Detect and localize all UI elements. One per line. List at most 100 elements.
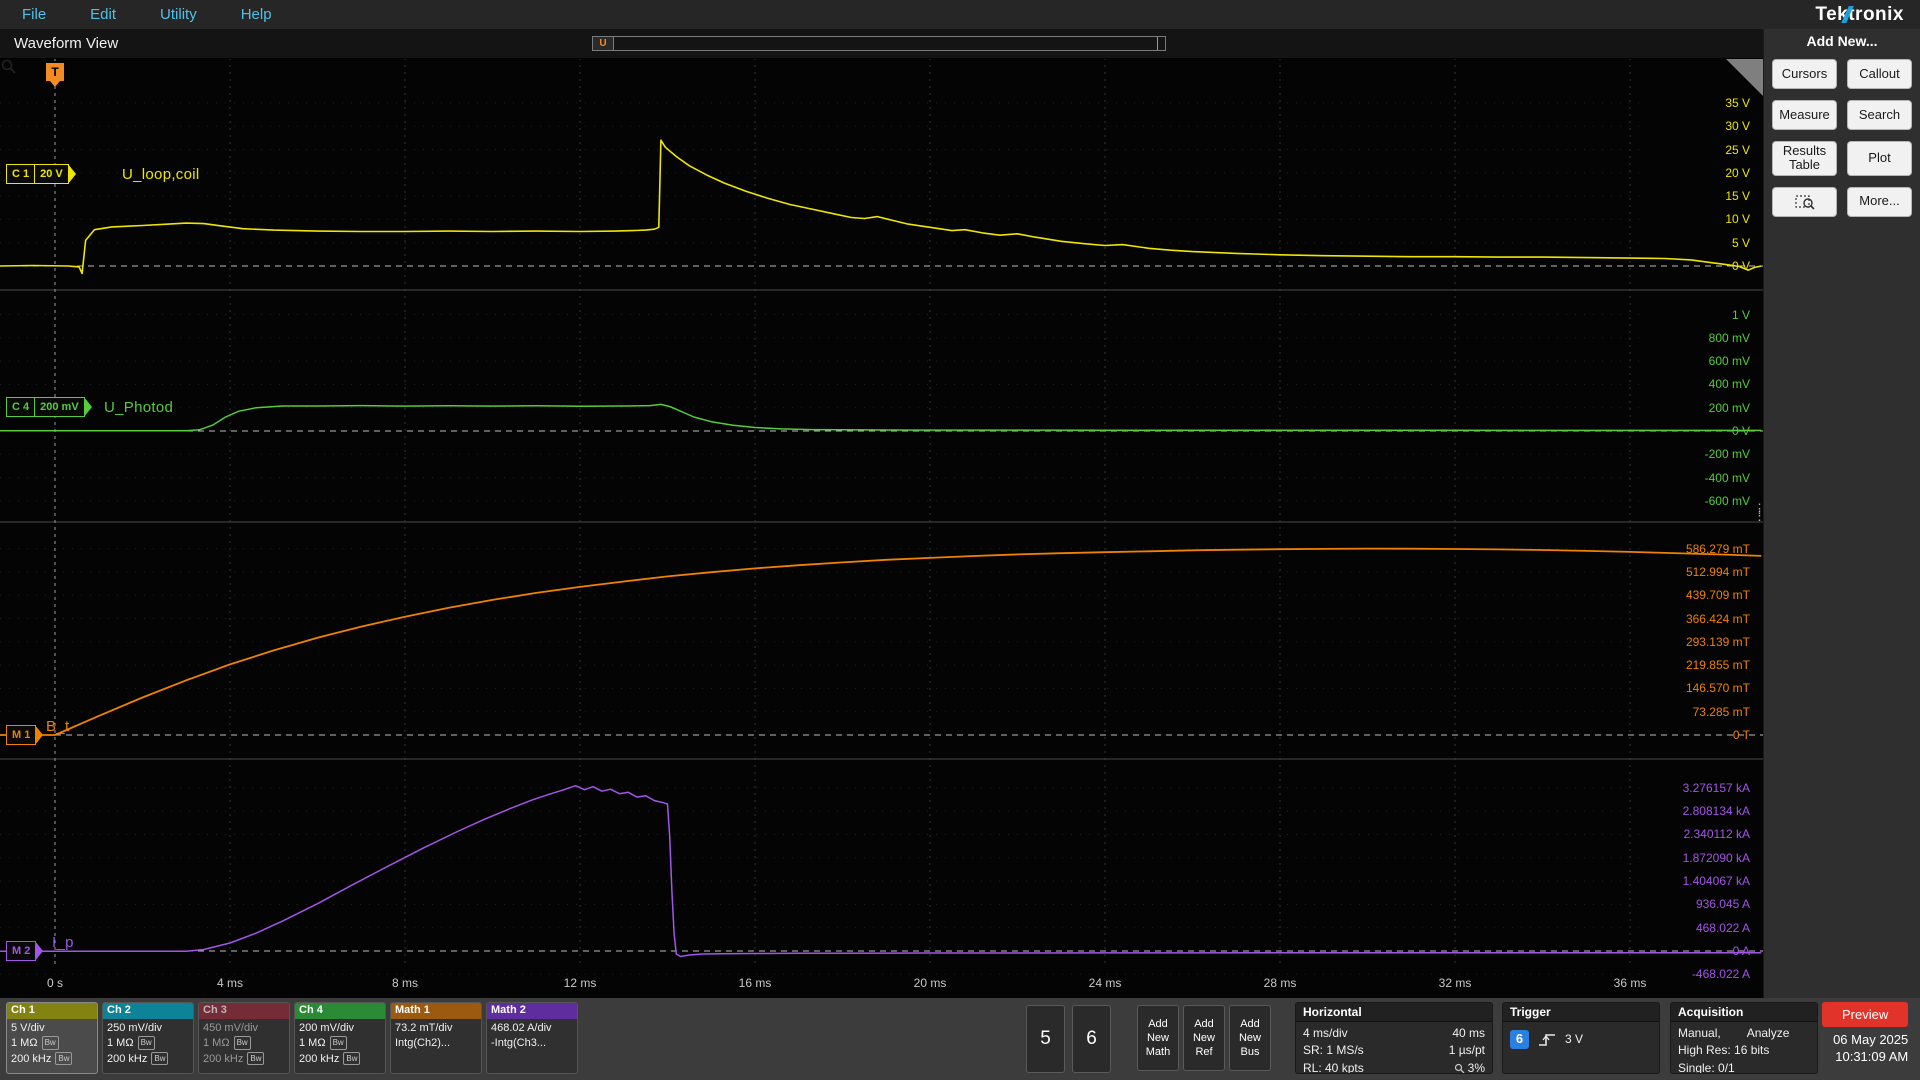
channel-badge-body: 73.2 mT/div Intg(Ch2)... — [391, 1019, 481, 1054]
logo-text: Tektronix — [1815, 4, 1904, 25]
slot-6-button[interactable]: 6 — [1072, 1005, 1111, 1073]
menu-file[interactable]: File — [22, 6, 46, 23]
trace-badge-ch1[interactable]: C 1 20 V — [6, 164, 76, 184]
channel-badge-math-1[interactable]: Math 1 73.2 mT/div Intg(Ch2)... — [390, 1002, 482, 1074]
bandwidth-icon: Bw — [247, 1051, 265, 1065]
channel-badge-title: Ch 2 — [103, 1003, 193, 1019]
channel-badge-line: 468.02 A/div — [491, 1022, 552, 1034]
channel-badge-ch-4[interactable]: Ch 4 200 mV/div 1 MΩ Bw 200 kHz Bw — [294, 1002, 386, 1074]
trace-label-ch1: U_loop,coil — [122, 166, 200, 183]
more-button[interactable]: More... — [1847, 186, 1912, 217]
trace-label-m1: B_t — [46, 718, 70, 735]
bandwidth-icon: Bw — [233, 1036, 251, 1050]
overview-handle[interactable]: U — [593, 37, 614, 50]
trace-badge-m1[interactable]: M 1 — [6, 725, 44, 745]
results-table-button[interactable]: Results Table — [1772, 141, 1837, 176]
waveform-view-tabbar: Waveform View U — [0, 29, 1763, 59]
channel-badge-ch-1[interactable]: Ch 1 5 V/div 1 MΩ Bw 200 kHz Bw — [6, 1002, 98, 1074]
acquisition-body: Manual, Analyze High Res: 16 bits Single… — [1671, 1022, 1817, 1074]
overview-endcap[interactable] — [1157, 37, 1165, 50]
horizontal-title: Horizontal — [1296, 1003, 1492, 1022]
trace-ch4 — [0, 403, 1762, 432]
channel-badge-ch-2[interactable]: Ch 2 250 mV/div 1 MΩ Bw 200 kHz Bw — [102, 1002, 194, 1074]
x-axis-label: 16 ms — [738, 976, 772, 990]
zoom-box-icon — [1794, 194, 1815, 210]
channel-badge-title: Math 2 — [487, 1003, 577, 1019]
trace-ch1 — [0, 139, 1762, 275]
bandwidth-icon: Bw — [41, 1036, 59, 1050]
acq-highres: High Res: 16 bits — [1678, 1043, 1770, 1058]
badge-arrow — [35, 941, 44, 961]
y-tick-label-m1: 586.279 mT — [1685, 541, 1750, 556]
preview-button[interactable]: Preview — [1822, 1002, 1909, 1027]
badge-segment: M 1 — [12, 729, 31, 741]
time-text: 10:31:09 AM — [1835, 1048, 1909, 1064]
add-new-math-button[interactable]: Add New Math — [1137, 1005, 1179, 1071]
y-tick-label-ch4: -400 mV — [1704, 470, 1750, 485]
cursors-button[interactable]: Cursors — [1772, 59, 1837, 89]
callout-button[interactable]: Callout — [1847, 59, 1912, 89]
sample-rate: SR: 1 MS/s — [1303, 1043, 1364, 1058]
corner-zoom-triangle[interactable] — [1725, 58, 1763, 96]
trigger-flag[interactable]: T — [46, 63, 64, 87]
trace-badge-m2[interactable]: M 2 — [6, 941, 44, 961]
trigger-panel[interactable]: Trigger 6 3 V — [1502, 1002, 1660, 1074]
y-tick-label-m1: 0 T — [1732, 728, 1750, 742]
y-tick-label-m2: 2.808134 kA — [1682, 804, 1750, 819]
x-axis-label: 24 ms — [1088, 976, 1122, 990]
y-tick-label-m2: 3.276157 kA — [1682, 780, 1750, 795]
horizontal-panel[interactable]: Horizontal 4 ms/div 40 ms SR: 1 MS/s 1 µ… — [1295, 1002, 1493, 1074]
channel-badge-title: Ch 3 — [199, 1003, 289, 1019]
add-new-ref-button[interactable]: Add New Ref — [1183, 1005, 1225, 1071]
y-tick-label-m2: 0 A — [1732, 944, 1750, 958]
datetime-display: 06 May 2025 10:31:09 AM — [1833, 1032, 1908, 1066]
badge-arrow — [83, 397, 92, 417]
channel-badge-ch-3[interactable]: Ch 3 450 mV/div 1 MΩ Bw 200 kHz Bw — [198, 1002, 290, 1074]
waveform-plot-area[interactable]: T ⋮⋮⋮⋮ 0 s 4 ms 8 ms 12 ms 16 ms 20 ms 24 ms 28… — [0, 58, 1763, 998]
add-new-bus-button[interactable]: Add New Bus — [1229, 1005, 1271, 1071]
zoom-box-button[interactable] — [1772, 186, 1837, 217]
menu-help[interactable]: Help — [241, 6, 272, 23]
y-tick-label-ch1: 20 V — [1725, 165, 1750, 180]
channel-badge-math-2[interactable]: Math 2 468.02 A/div -Intg(Ch3... — [486, 1002, 578, 1074]
menu-edit[interactable]: Edit — [90, 6, 116, 23]
y-tick-label-ch1: 15 V — [1725, 189, 1750, 204]
x-axis-label: 4 ms — [216, 976, 243, 990]
slot-5-button[interactable]: 5 — [1026, 1005, 1065, 1073]
y-tick-label-ch4: -200 mV — [1704, 447, 1750, 462]
measure-button[interactable]: Measure — [1772, 100, 1837, 130]
x-axis-label: 36 ms — [1613, 976, 1647, 990]
x-axis-label: 32 ms — [1438, 976, 1472, 990]
y-tick-label-ch1: 25 V — [1725, 142, 1750, 157]
trigger-level-value: 3 V — [1565, 1031, 1584, 1046]
y-tick-label-m1: 293.139 mT — [1685, 634, 1750, 649]
acquisition-title: Acquisition — [1671, 1003, 1817, 1022]
bandwidth-icon: Bw — [329, 1036, 347, 1050]
acq-analyze: Analyze — [1746, 1026, 1790, 1040]
horizontal-overview-slider[interactable]: U — [592, 36, 1166, 51]
y-tick-label-m2: 1.404067 kA — [1682, 874, 1750, 889]
trace-label-ch4: U_Photod — [104, 399, 174, 416]
menu-utility[interactable]: Utility — [160, 6, 197, 23]
panel-resize-handle[interactable]: ⋮⋮⋮⋮ — [1753, 502, 1763, 522]
y-tick-label-ch4: 400 mV — [1708, 377, 1750, 392]
bottom-settings-bar: Ch 15 V/div 1 MΩ Bw 200 kHz Bw Ch 2 250 mV/div… — [0, 998, 1920, 1080]
channel-badge-line: 1 MΩ Bw — [299, 1036, 381, 1051]
plot-button[interactable]: Plot — [1847, 141, 1912, 176]
channel-badge-line: 200 mV/div — [299, 1022, 355, 1034]
trace-m2 — [0, 784, 1762, 958]
search-button[interactable]: Search — [1847, 100, 1912, 130]
y-tick-label-ch1: 5 V — [1731, 235, 1750, 250]
acquisition-panel[interactable]: Acquisition Manual, Analyze High Res: 16… — [1670, 1002, 1818, 1074]
channel-badge-title: Ch 1 — [7, 1003, 97, 1019]
tektronix-logo: Tektronix — [1815, 3, 1904, 27]
badge-segment: M 2 — [12, 945, 31, 957]
trace-badge-ch4[interactable]: C 4 200 mV — [6, 397, 92, 417]
acq-single: Single: 0/1 — [1678, 1060, 1735, 1074]
y-tick-label-m1: 219.855 mT — [1685, 658, 1750, 673]
right-control-panel: Add New... Cursors Callout Measure Searc… — [1763, 29, 1920, 998]
y-tick-label-m1: 439.709 mT — [1685, 588, 1750, 603]
x-axis-label: 28 ms — [1263, 976, 1297, 990]
trace-m1 — [0, 547, 1762, 736]
channel-badge-line: 450 mV/div — [203, 1022, 259, 1034]
